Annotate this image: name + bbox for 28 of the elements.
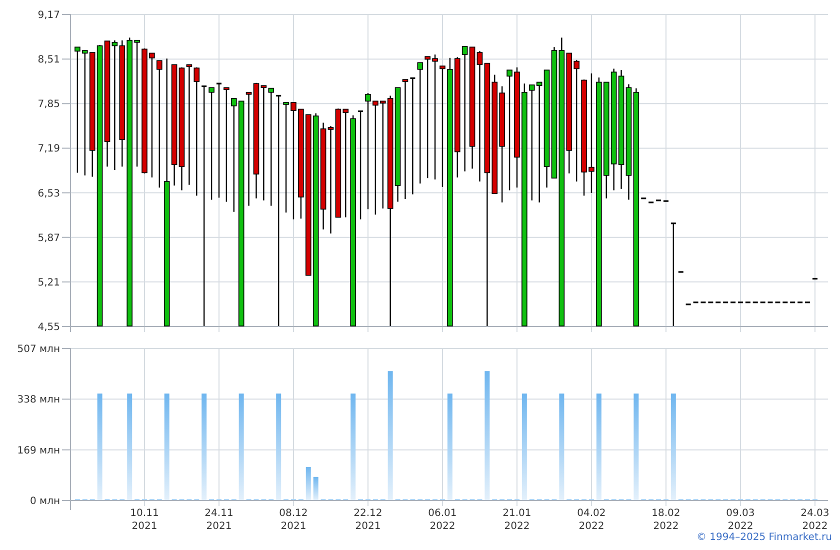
axis-label: 08.12 2021: [279, 508, 308, 532]
axis-label: 24.11 2021: [204, 508, 234, 532]
candlestick: [812, 278, 818, 280]
axis-label: 22.12 2021: [354, 508, 382, 532]
copyright-link[interactable]: © 1994–2025 Finmarket.ru: [696, 532, 832, 543]
axis-label: 6,53: [38, 188, 60, 200]
axis-label: 7,85: [38, 99, 60, 110]
axis-label: 10.11 2021: [130, 508, 159, 532]
axis-label: 04.02 2022: [577, 508, 606, 532]
candlestick: [663, 200, 668, 202]
axis-label: 5,21: [38, 277, 60, 288]
axis-label: 0 млн: [30, 496, 60, 507]
axis-label: 09.03 2022: [726, 508, 755, 532]
volume-bar: [306, 467, 311, 500]
axis-label: 507 млн: [17, 344, 60, 355]
axis-label: 7,19: [38, 144, 60, 155]
axis-label: 8,51: [38, 54, 60, 66]
axis-label: 169 млн: [17, 445, 60, 456]
axis-label: 21.01 2022: [502, 508, 532, 532]
axis-label: 06.01 2022: [428, 508, 457, 532]
axis-label: 338 млн: [17, 394, 60, 406]
axis-label: 24.03 2022: [800, 508, 830, 532]
volume-bar: [313, 476, 318, 500]
axis-label: 4,55: [38, 322, 60, 333]
candlestick: [678, 271, 684, 273]
axis-label: 18.02 2022: [652, 508, 680, 532]
axis-label: 5,87: [38, 232, 60, 244]
axis-label: 9,17: [38, 10, 60, 21]
